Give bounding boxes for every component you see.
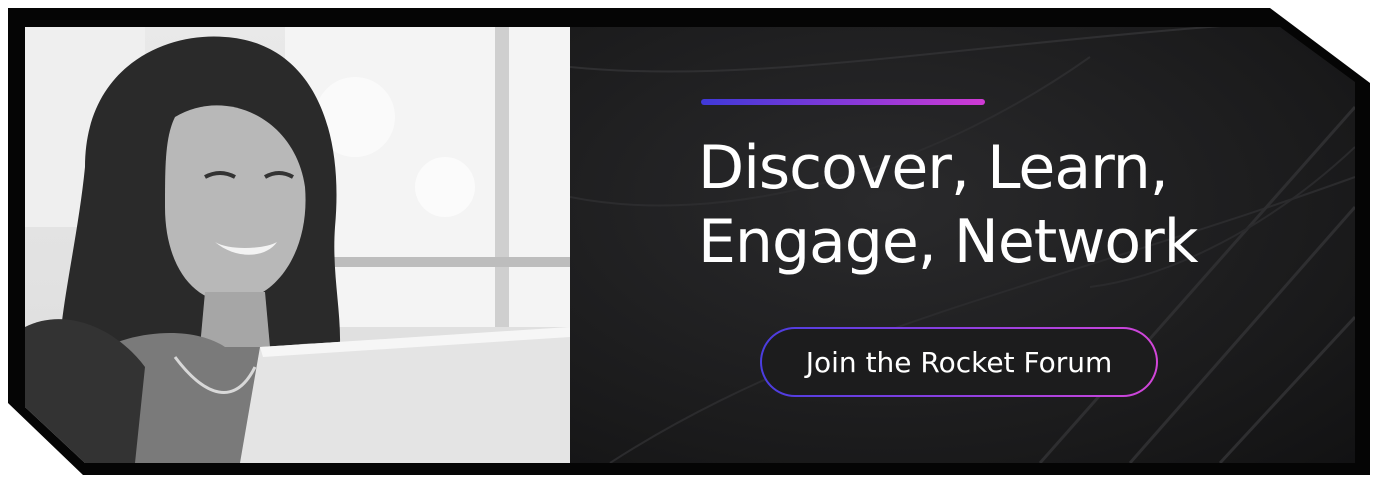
headline-line-2: Engage, Network: [698, 207, 1198, 277]
join-forum-button[interactable]: Join the Rocket Forum: [760, 327, 1158, 397]
join-forum-button-label: Join the Rocket Forum: [762, 329, 1156, 395]
headline-line-1: Discover, Learn,: [698, 133, 1169, 203]
accent-bar: [701, 99, 985, 105]
headline: Discover, Learn, Engage, Network: [698, 131, 1318, 279]
dark-panel: Discover, Learn, Engage, Network Join th…: [570, 27, 1355, 463]
promo-banner: Discover, Learn, Engage, Network Join th…: [25, 27, 1355, 463]
hero-photo: [25, 27, 570, 463]
